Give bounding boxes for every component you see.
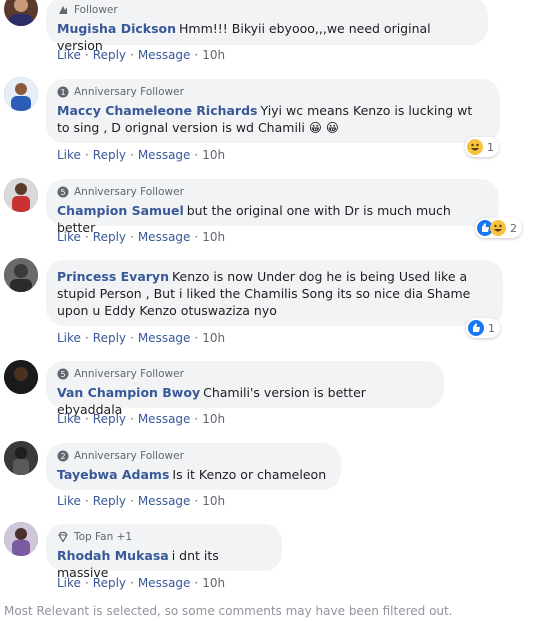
comment-bubble: Princess Evaryn Kenzo is now Under dog he… xyxy=(46,260,503,326)
anniversary-badge: 1 Anniversary Follower xyxy=(57,85,488,99)
comment-bubble: Top Fan +1 Rhodah Mukasa i dnt its massiv… xyxy=(46,524,282,580)
reply-link[interactable]: Reply xyxy=(93,576,126,590)
message-link[interactable]: Message xyxy=(138,412,191,426)
reply-link[interactable]: Reply xyxy=(93,230,126,244)
avatar[interactable] xyxy=(4,522,38,556)
top-fan-badge: Top Fan +1 xyxy=(57,530,270,544)
like-link[interactable]: Like xyxy=(57,230,81,244)
filter-notice: Most Relevant is selected, so some comme… xyxy=(4,604,453,618)
like-reaction-icon xyxy=(468,320,484,336)
avatar[interactable] xyxy=(4,0,38,26)
comment-actions: Like · Reply · Message · 10h xyxy=(57,494,226,508)
anniversary-icon: 2 xyxy=(57,450,69,462)
anniversary-badge: 2 Anniversary Follower xyxy=(57,449,329,463)
reply-link[interactable]: Reply xyxy=(93,331,126,345)
comment-author[interactable]: Rhodah Mukasa xyxy=(57,548,169,563)
comment-bubble: 1 Anniversary Follower Maccy Chameleone … xyxy=(46,79,500,143)
badge-label: Top Fan +1 xyxy=(74,531,133,543)
comment-author[interactable]: Mugisha Dickson xyxy=(57,21,176,36)
timestamp[interactable]: 10h xyxy=(202,576,225,590)
reaction-count: 2 xyxy=(510,221,517,235)
comment-author[interactable]: Van Champion Bwoy xyxy=(57,385,200,400)
timestamp[interactable]: 10h xyxy=(202,48,225,62)
comment-bubble: 5 Anniversary Follower Champion Samuel bu… xyxy=(46,179,499,235)
timestamp[interactable]: 10h xyxy=(202,148,225,162)
svg-text:5: 5 xyxy=(60,188,65,197)
avatar[interactable] xyxy=(4,441,38,475)
comment-author[interactable]: Tayebwa Adams xyxy=(57,467,169,482)
badge-label: Anniversary Follower xyxy=(74,186,184,198)
message-link[interactable]: Message xyxy=(138,494,191,508)
reaction-count: 1 xyxy=(488,321,495,335)
comment-author[interactable]: Champion Samuel xyxy=(57,203,184,218)
like-link[interactable]: Like xyxy=(57,412,81,426)
comment-actions: Like · Reply · Message · 10h xyxy=(57,230,226,244)
comment-bubble: 5 Anniversary Follower Van Champion Bwoy… xyxy=(46,361,444,417)
wave-icon xyxy=(57,4,69,16)
avatar[interactable] xyxy=(4,77,38,111)
comment-author[interactable]: Maccy Chameleone Richards xyxy=(57,103,258,118)
svg-text:5: 5 xyxy=(60,370,65,379)
avatar[interactable] xyxy=(4,258,38,292)
haha-reaction-icon xyxy=(490,220,506,236)
timestamp[interactable]: 10h xyxy=(202,494,225,508)
comment-actions: Like · Reply · Message · 10h xyxy=(57,412,226,426)
diamond-icon xyxy=(57,531,69,543)
timestamp[interactable]: 10h xyxy=(202,230,225,244)
comment-actions: Like · Reply · Message · 10h xyxy=(57,48,226,62)
reaction-summary[interactable]: 1 xyxy=(466,318,500,338)
svg-text:2: 2 xyxy=(60,452,65,461)
anniversary-icon: 5 xyxy=(57,186,69,198)
svg-text:1: 1 xyxy=(60,88,65,97)
like-link[interactable]: Like xyxy=(57,48,81,62)
message-link[interactable]: Message xyxy=(138,230,191,244)
like-link[interactable]: Like xyxy=(57,331,81,345)
badge-label: Anniversary Follower xyxy=(74,86,184,98)
reply-link[interactable]: Reply xyxy=(93,148,126,162)
reaction-count: 1 xyxy=(487,140,494,154)
reaction-summary[interactable]: 2 xyxy=(475,218,522,238)
badge-label: Anniversary Follower xyxy=(74,368,184,380)
follower-badge: Follower xyxy=(57,3,476,17)
haha-reaction-icon xyxy=(467,139,483,155)
comment-bubble: 2 Anniversary Follower Tayebwa Adams Is i… xyxy=(46,443,341,490)
timestamp[interactable]: 10h xyxy=(202,412,225,426)
like-link[interactable]: Like xyxy=(57,576,81,590)
comment-text: Is it Kenzo or chameleon xyxy=(172,467,327,482)
reply-link[interactable]: Reply xyxy=(93,494,126,508)
like-link[interactable]: Like xyxy=(57,494,81,508)
comment-actions: Like · Reply · Message · 10h xyxy=(57,331,226,345)
like-link[interactable]: Like xyxy=(57,148,81,162)
message-link[interactable]: Message xyxy=(138,331,191,345)
anniversary-icon: 1 xyxy=(57,86,69,98)
comment-author[interactable]: Princess Evaryn xyxy=(57,269,169,284)
comment-actions: Like · Reply · Message · 10h xyxy=(57,576,226,590)
comment-actions: Like · Reply · Message · 10h xyxy=(57,148,226,162)
avatar[interactable] xyxy=(4,360,38,394)
timestamp[interactable]: 10h xyxy=(202,331,225,345)
message-link[interactable]: Message xyxy=(138,48,191,62)
message-link[interactable]: Message xyxy=(138,576,191,590)
reply-link[interactable]: Reply xyxy=(93,412,126,426)
reaction-summary[interactable]: 1 xyxy=(465,137,499,157)
comment-bubble: Follower Mugisha Dickson Hmm!!! Bikyii eb… xyxy=(46,0,488,53)
badge-label: Anniversary Follower xyxy=(74,450,184,462)
anniversary-badge: 5 Anniversary Follower xyxy=(57,367,432,381)
anniversary-badge: 5 Anniversary Follower xyxy=(57,185,487,199)
avatar[interactable] xyxy=(4,178,38,212)
message-link[interactable]: Message xyxy=(138,148,191,162)
badge-label: Follower xyxy=(74,4,118,16)
anniversary-icon: 5 xyxy=(57,368,69,380)
reply-link[interactable]: Reply xyxy=(93,48,126,62)
